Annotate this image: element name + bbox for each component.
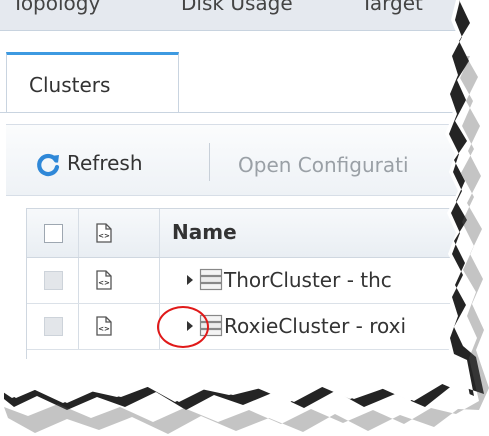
- row-name-roxiecluster: RoxieCluster - roxi: [224, 314, 407, 338]
- refresh-icon: [37, 153, 60, 177]
- tab-clusters[interactable]: Clusters: [6, 52, 179, 112]
- toolbar-divider: [209, 143, 210, 181]
- expand-arrow-icon[interactable]: [187, 275, 193, 285]
- row-checkbox: [44, 271, 63, 290]
- document-icon: <>: [96, 270, 112, 290]
- top-tab-strip: Topology Disk Usage Target: [0, 0, 470, 31]
- clusters-grid: <> Name <> ThorCluster - thc <> RoxieClu…: [26, 208, 470, 359]
- column-separator: [159, 258, 160, 303]
- top-tab-disk-usage[interactable]: Disk Usage: [181, 0, 293, 15]
- svg-text:<>: <>: [98, 279, 110, 287]
- column-separator: [78, 258, 79, 303]
- svg-text:<>: <>: [98, 232, 110, 240]
- document-icon: <>: [96, 316, 112, 336]
- select-all-checkbox[interactable]: [44, 224, 63, 243]
- highlight-circle: [157, 306, 209, 348]
- svg-text:<>: <>: [98, 325, 110, 333]
- top-tab-topology[interactable]: Topology: [12, 0, 100, 15]
- database-icon: [199, 268, 223, 291]
- open-configuration-button[interactable]: Open Configurati: [238, 153, 409, 177]
- row-checkbox: [44, 317, 63, 336]
- column-separator: [78, 304, 79, 349]
- top-tab-target[interactable]: Target: [361, 0, 423, 15]
- row-name-thorcluster: ThorCluster - thc: [224, 268, 392, 292]
- tab-strip: Clusters: [0, 52, 470, 113]
- column-separator: [159, 209, 160, 257]
- screenshot-frame: Topology Disk Usage Target Clusters Refr…: [0, 0, 489, 436]
- table-row-thorcluster[interactable]: <> ThorCluster - thc: [27, 258, 470, 304]
- cluster-management-view: Topology Disk Usage Target Clusters Refr…: [0, 0, 470, 403]
- refresh-label: Refresh: [67, 151, 143, 175]
- tab-clusters-label: Clusters: [29, 73, 111, 97]
- grid-header: <> Name: [27, 209, 470, 258]
- toolbar: Refresh Open Configurati: [6, 124, 470, 196]
- table-row-roxiecluster[interactable]: <> RoxieCluster - roxi: [27, 304, 470, 350]
- name-column-header[interactable]: Name: [172, 220, 237, 244]
- refresh-button[interactable]: Refresh: [35, 150, 143, 180]
- column-separator: [78, 209, 79, 257]
- document-icon: <>: [96, 223, 112, 243]
